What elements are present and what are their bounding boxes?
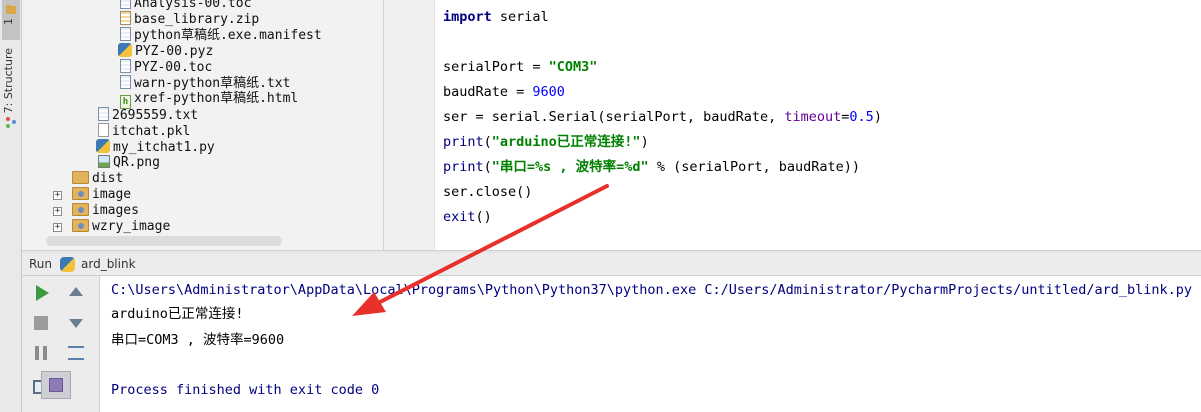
code-line-7: print("串口=%s , 波特率=%d" % (serialPort, ba… — [443, 159, 861, 175]
tree-item[interactable]: PYZ-00.toc — [120, 59, 212, 75]
tree-item-label: Analysis-00.toc — [134, 0, 252, 11]
project-tree-panel: Analysis-00.toc base_library.zip python草… — [22, 0, 384, 250]
tree-item-label: 2695559.txt — [112, 108, 199, 123]
tree-item-label: python草稿纸.exe.manifest — [134, 28, 322, 43]
code-line-1: import serial — [443, 9, 549, 25]
python-file-icon — [96, 139, 110, 153]
tree-item[interactable]: images — [72, 203, 139, 219]
tree-item-label: my_itchat1.py — [113, 140, 215, 155]
package-folder-icon — [72, 187, 89, 200]
stop-button[interactable] — [31, 313, 51, 333]
tree-item[interactable]: warn-python草稿纸.txt — [120, 75, 290, 91]
arrow-up-icon — [69, 287, 83, 296]
console-exit-line: Process finished with exit code 0 — [111, 382, 380, 398]
tree-item[interactable]: base_library.zip — [120, 11, 259, 27]
code-line-5: ser = serial.Serial(serialPort, baudRate… — [443, 109, 882, 125]
code-line-9: exit() — [443, 209, 492, 225]
expand-toggle[interactable]: + — [53, 207, 62, 216]
file-lines-icon — [120, 0, 131, 9]
tree-item-label: warn-python草稿纸.txt — [134, 76, 291, 91]
soft-wrap-button[interactable] — [66, 343, 86, 363]
tree-item-label: base_library.zip — [134, 12, 260, 27]
tree-horizontal-scrollbar[interactable] — [46, 236, 282, 246]
expand-toggle[interactable]: + — [53, 191, 62, 200]
plain-file-icon — [98, 123, 109, 137]
tree-item[interactable]: Analysis-00.toc — [120, 0, 251, 11]
image-file-icon — [98, 155, 110, 168]
left-tool-strip: 1 7: Structure — [0, 0, 22, 412]
code-line-6: print("arduino已正常连接!") — [443, 134, 649, 150]
tree-item-label: wzry_image — [92, 219, 171, 234]
structure-tool-tab[interactable]: 7: Structure — [2, 48, 20, 158]
file-lines-icon — [120, 75, 131, 89]
run-config-tab[interactable]: ard_blink — [81, 257, 136, 271]
console-output-line: 串口=COM3 , 波特率=9600 — [111, 332, 285, 348]
pause-icon — [35, 346, 47, 360]
run-label: Run — [29, 257, 53, 271]
zip-file-icon — [120, 11, 131, 25]
tree-item[interactable]: image — [72, 187, 131, 203]
tree-item[interactable]: my_itchat1.py — [96, 139, 215, 155]
console-output-line: arduino已正常连接! — [111, 306, 244, 322]
tree-item[interactable]: itchat.pkl — [98, 123, 190, 139]
tree-item-label: image — [92, 187, 132, 202]
tree-item[interactable]: python草稿纸.exe.manifest — [120, 27, 322, 43]
file-lines-icon — [98, 107, 109, 121]
folder-icon — [72, 171, 89, 184]
scroll-to-end-button[interactable] — [41, 371, 71, 399]
package-folder-icon — [72, 203, 89, 216]
tree-item-label: PYZ-00.toc — [134, 60, 213, 75]
pause-button[interactable] — [31, 343, 51, 363]
tree-item-label: xref-python草稿纸.html — [134, 91, 299, 106]
tree-item[interactable]: h xref-python草稿纸.html — [120, 91, 299, 109]
structure-icon — [6, 117, 16, 129]
tree-item-label: QR.png — [113, 155, 160, 170]
code-line-4: baudRate = 9600 — [443, 84, 565, 100]
stop-icon — [34, 316, 48, 330]
file-lines-icon — [120, 59, 131, 73]
expand-toggle[interactable]: + — [53, 223, 62, 232]
tree-item[interactable]: PYZ-00.pyz — [118, 43, 213, 59]
tree-item-label: dist — [92, 171, 124, 186]
code-line-8: ser.close() — [443, 184, 533, 200]
project-tab-label: 1 — [2, 18, 15, 25]
python-file-icon — [118, 43, 132, 57]
editor-gutter — [384, 0, 434, 250]
tree-item-label: images — [92, 203, 139, 218]
code-editor[interactable]: import serial serialPort = "COM3" baudRa… — [434, 0, 1201, 250]
tree-item[interactable]: 2695559.txt — [98, 107, 198, 123]
structure-tab-label: 7: Structure — [2, 48, 15, 114]
package-folder-icon — [72, 219, 89, 232]
code-line-3: serialPort = "COM3" — [443, 59, 598, 75]
soft-wrap-icon — [68, 346, 84, 360]
tree-item-label: PYZ-00.pyz — [135, 44, 214, 59]
tree-item-label: itchat.pkl — [112, 124, 191, 139]
file-lines-icon — [120, 27, 131, 41]
console-command-line: C:\Users\Administrator\AppData\Local\Pro… — [111, 282, 1192, 298]
run-panel-header: Run ard_blink — [22, 254, 1201, 276]
scroll-up-button[interactable] — [66, 283, 86, 303]
project-folder-icon — [6, 5, 16, 14]
rerun-button[interactable] — [31, 283, 51, 303]
project-tool-tab[interactable]: 1 — [2, 0, 20, 40]
tree-item[interactable]: wzry_image — [72, 219, 170, 235]
console-output[interactable]: C:\Users\Administrator\AppData\Local\Pro… — [100, 276, 1201, 412]
scroll-down-button[interactable] — [66, 313, 86, 333]
scroll-to-end-icon — [49, 378, 63, 392]
python-icon — [60, 257, 75, 272]
arrow-down-icon — [69, 319, 83, 328]
tree-item[interactable]: QR.png — [98, 155, 160, 171]
tree-item[interactable]: dist — [72, 171, 123, 187]
play-icon — [36, 285, 49, 301]
